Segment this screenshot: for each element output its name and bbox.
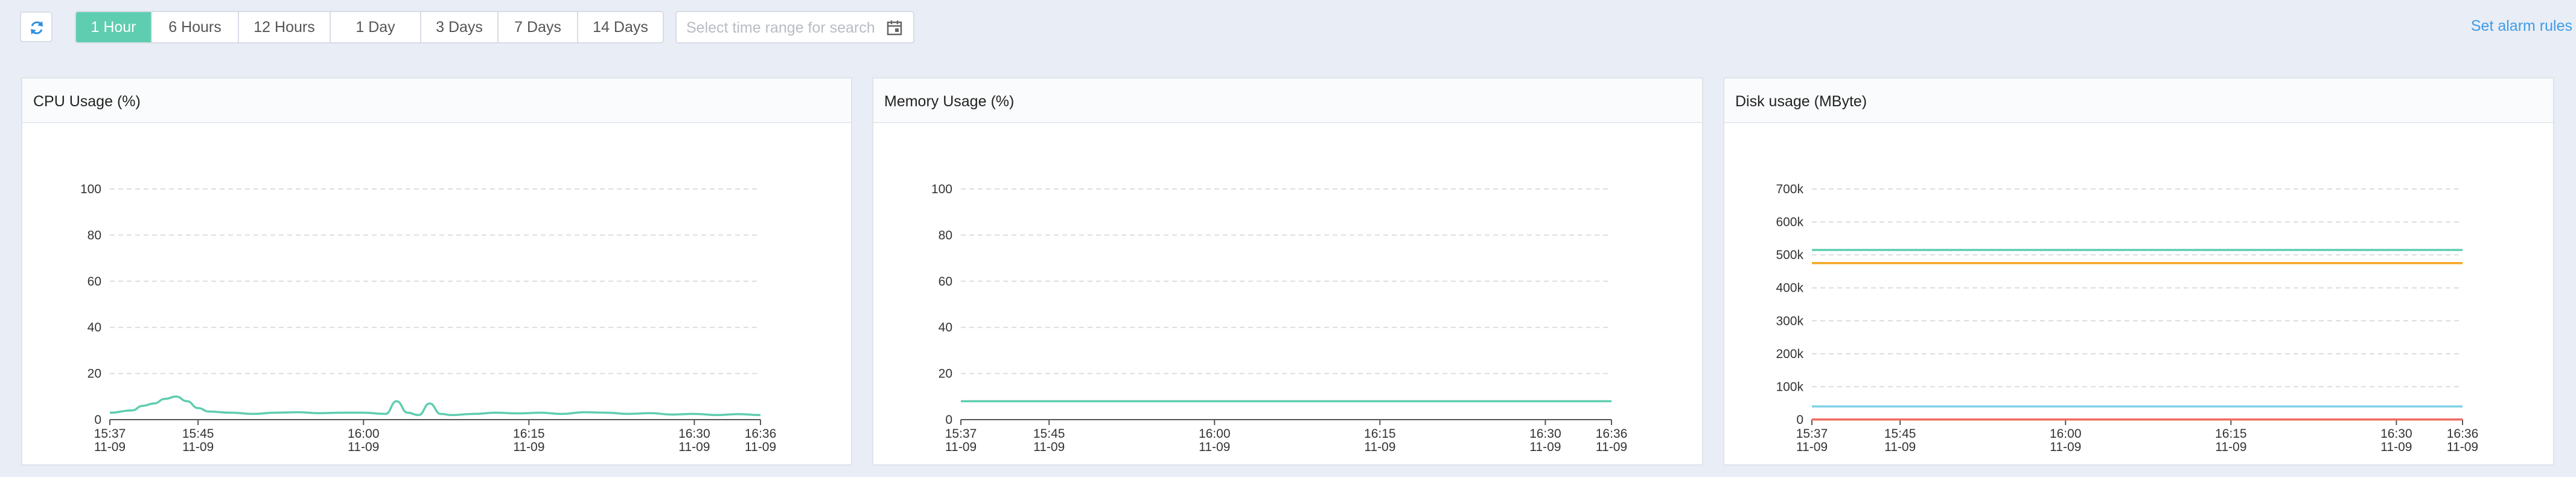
calendar-icon[interactable] bbox=[887, 20, 902, 36]
panel-title: Memory Usage (%) bbox=[884, 93, 1015, 110]
y-tick-label: 0 bbox=[945, 413, 952, 427]
y-tick-label: 40 bbox=[88, 321, 101, 335]
cpu-usage-chart: 02040608010015:3711-0915:4511-0916:0011-… bbox=[80, 182, 777, 454]
x-tick-time: 15:45 bbox=[182, 427, 214, 441]
x-tick-time: 16:15 bbox=[1364, 427, 1396, 441]
time-range-option[interactable]: 1 Hour bbox=[76, 12, 151, 42]
series-line-cpu-usage bbox=[109, 395, 761, 417]
x-tick-date: 11-09 bbox=[1596, 440, 1627, 454]
x-tick-date: 11-09 bbox=[348, 440, 379, 454]
time-range-option[interactable]: 12 Hours bbox=[238, 12, 330, 42]
x-tick-date: 11-09 bbox=[2380, 440, 2412, 454]
x-tick-date: 11-09 bbox=[94, 440, 126, 454]
time-range-selector: 1 Hour 6 Hours 12 Hours 1 Day 3 Days 7 Days 14… bbox=[75, 11, 664, 43]
time-range-option[interactable]: 7 Days bbox=[497, 12, 577, 42]
refresh-button[interactable] bbox=[20, 11, 53, 42]
y-tick-label: 0 bbox=[94, 413, 101, 427]
x-tick-date: 11-09 bbox=[513, 440, 544, 454]
y-tick-label: 700k bbox=[1776, 182, 1803, 196]
x-tick-time: 16:15 bbox=[513, 427, 545, 441]
disk-usage-chart: 0100k200k300k400k500k600k700k15:3711-091… bbox=[1776, 182, 2479, 454]
time-range-search-input[interactable] bbox=[685, 18, 881, 37]
x-tick-date: 11-09 bbox=[2215, 440, 2246, 454]
x-tick-time: 16:30 bbox=[678, 427, 710, 441]
x-tick-time: 15:45 bbox=[1033, 427, 1065, 441]
x-tick-date: 11-09 bbox=[1199, 440, 1230, 454]
x-tick-date: 11-09 bbox=[1884, 440, 1916, 454]
y-tick-label: 60 bbox=[88, 275, 101, 289]
memory-usage-panel: Memory Usage (%) 0 20 40 60 80 100 15:37 11-09 1… bbox=[872, 77, 1703, 466]
y-tick-label: 40 bbox=[939, 321, 952, 335]
x-tick-date: 11-09 bbox=[745, 440, 776, 454]
x-tick-time: 16:00 bbox=[1199, 427, 1231, 441]
x-tick-time: 16:36 bbox=[1596, 427, 1628, 441]
time-range-search[interactable] bbox=[675, 11, 914, 43]
time-range-option[interactable]: 6 Hours bbox=[151, 12, 238, 42]
y-tick-label: 100 bbox=[80, 182, 101, 196]
y-tick-label: 0 bbox=[1796, 413, 1803, 427]
x-tick-time: 16:36 bbox=[745, 427, 777, 441]
time-range-option[interactable]: 14 Days bbox=[577, 12, 663, 42]
set-alarm-rules-link[interactable]: Set alarm rules bbox=[2471, 18, 2572, 35]
panel-title: CPU Usage (%) bbox=[33, 93, 141, 110]
cpu-usage-panel: CPU Usage (%) 0 20 40 60 80 100 15:37 11-09 15:4… bbox=[21, 77, 852, 466]
y-tick-label: 400k bbox=[1776, 281, 1803, 295]
panel-title: Disk usage (MByte) bbox=[1735, 93, 1867, 110]
y-tick-label: 60 bbox=[939, 275, 952, 289]
toolbar: 1 Hour 6 Hours 12 Hours 1 Day 3 Days 7 Days 14… bbox=[0, 0, 2576, 57]
memory-usage-chart: 02040608010015:3711-0915:4511-0916:0011-… bbox=[931, 182, 1628, 454]
x-tick-date: 11-09 bbox=[1529, 440, 1561, 454]
refresh-icon bbox=[31, 21, 43, 34]
y-tick-label: 100k bbox=[1776, 380, 1803, 394]
disk-usage-panel: Disk usage (MByte) 0 100k 200k 300k 400k 500k… bbox=[1723, 77, 2554, 466]
x-tick-time: 16:00 bbox=[2050, 427, 2082, 441]
x-tick-date: 11-09 bbox=[182, 440, 214, 454]
x-tick-date: 11-09 bbox=[2050, 440, 2081, 454]
x-tick-date: 11-09 bbox=[1364, 440, 1395, 454]
x-tick-time: 16:00 bbox=[348, 427, 380, 441]
x-tick-time: 16:30 bbox=[2380, 427, 2412, 441]
x-tick-date: 11-09 bbox=[2447, 440, 2478, 454]
x-tick-date: 11-09 bbox=[945, 440, 977, 454]
y-tick-label: 600k bbox=[1776, 216, 1803, 229]
y-tick-label: 200k bbox=[1776, 347, 1803, 361]
y-tick-label: 100 bbox=[931, 182, 952, 196]
y-tick-label: 500k bbox=[1776, 248, 1803, 262]
x-tick-time: 15:37 bbox=[94, 427, 126, 441]
x-tick-date: 11-09 bbox=[678, 440, 710, 454]
y-tick-label: 80 bbox=[939, 228, 952, 242]
time-range-option[interactable]: 3 Days bbox=[420, 12, 497, 42]
x-tick-time: 16:30 bbox=[1529, 427, 1561, 441]
x-tick-time: 16:15 bbox=[2215, 427, 2247, 441]
x-tick-time: 16:36 bbox=[2447, 427, 2479, 441]
panel-header: Disk usage (MByte) bbox=[1724, 78, 2553, 123]
time-range-option[interactable]: 1 Day bbox=[330, 12, 420, 42]
y-tick-label: 20 bbox=[88, 367, 101, 381]
panel-header: CPU Usage (%) bbox=[22, 78, 851, 123]
x-tick-time: 15:37 bbox=[945, 427, 977, 441]
x-tick-date: 11-09 bbox=[1033, 440, 1065, 454]
y-tick-label: 20 bbox=[939, 367, 952, 381]
panel-header: Memory Usage (%) bbox=[873, 78, 1702, 123]
x-tick-date: 11-09 bbox=[1796, 440, 1828, 454]
y-tick-label: 80 bbox=[88, 228, 101, 242]
x-tick-time: 15:45 bbox=[1884, 427, 1916, 441]
x-tick-time: 15:37 bbox=[1796, 427, 1828, 441]
y-tick-label: 300k bbox=[1776, 314, 1803, 328]
